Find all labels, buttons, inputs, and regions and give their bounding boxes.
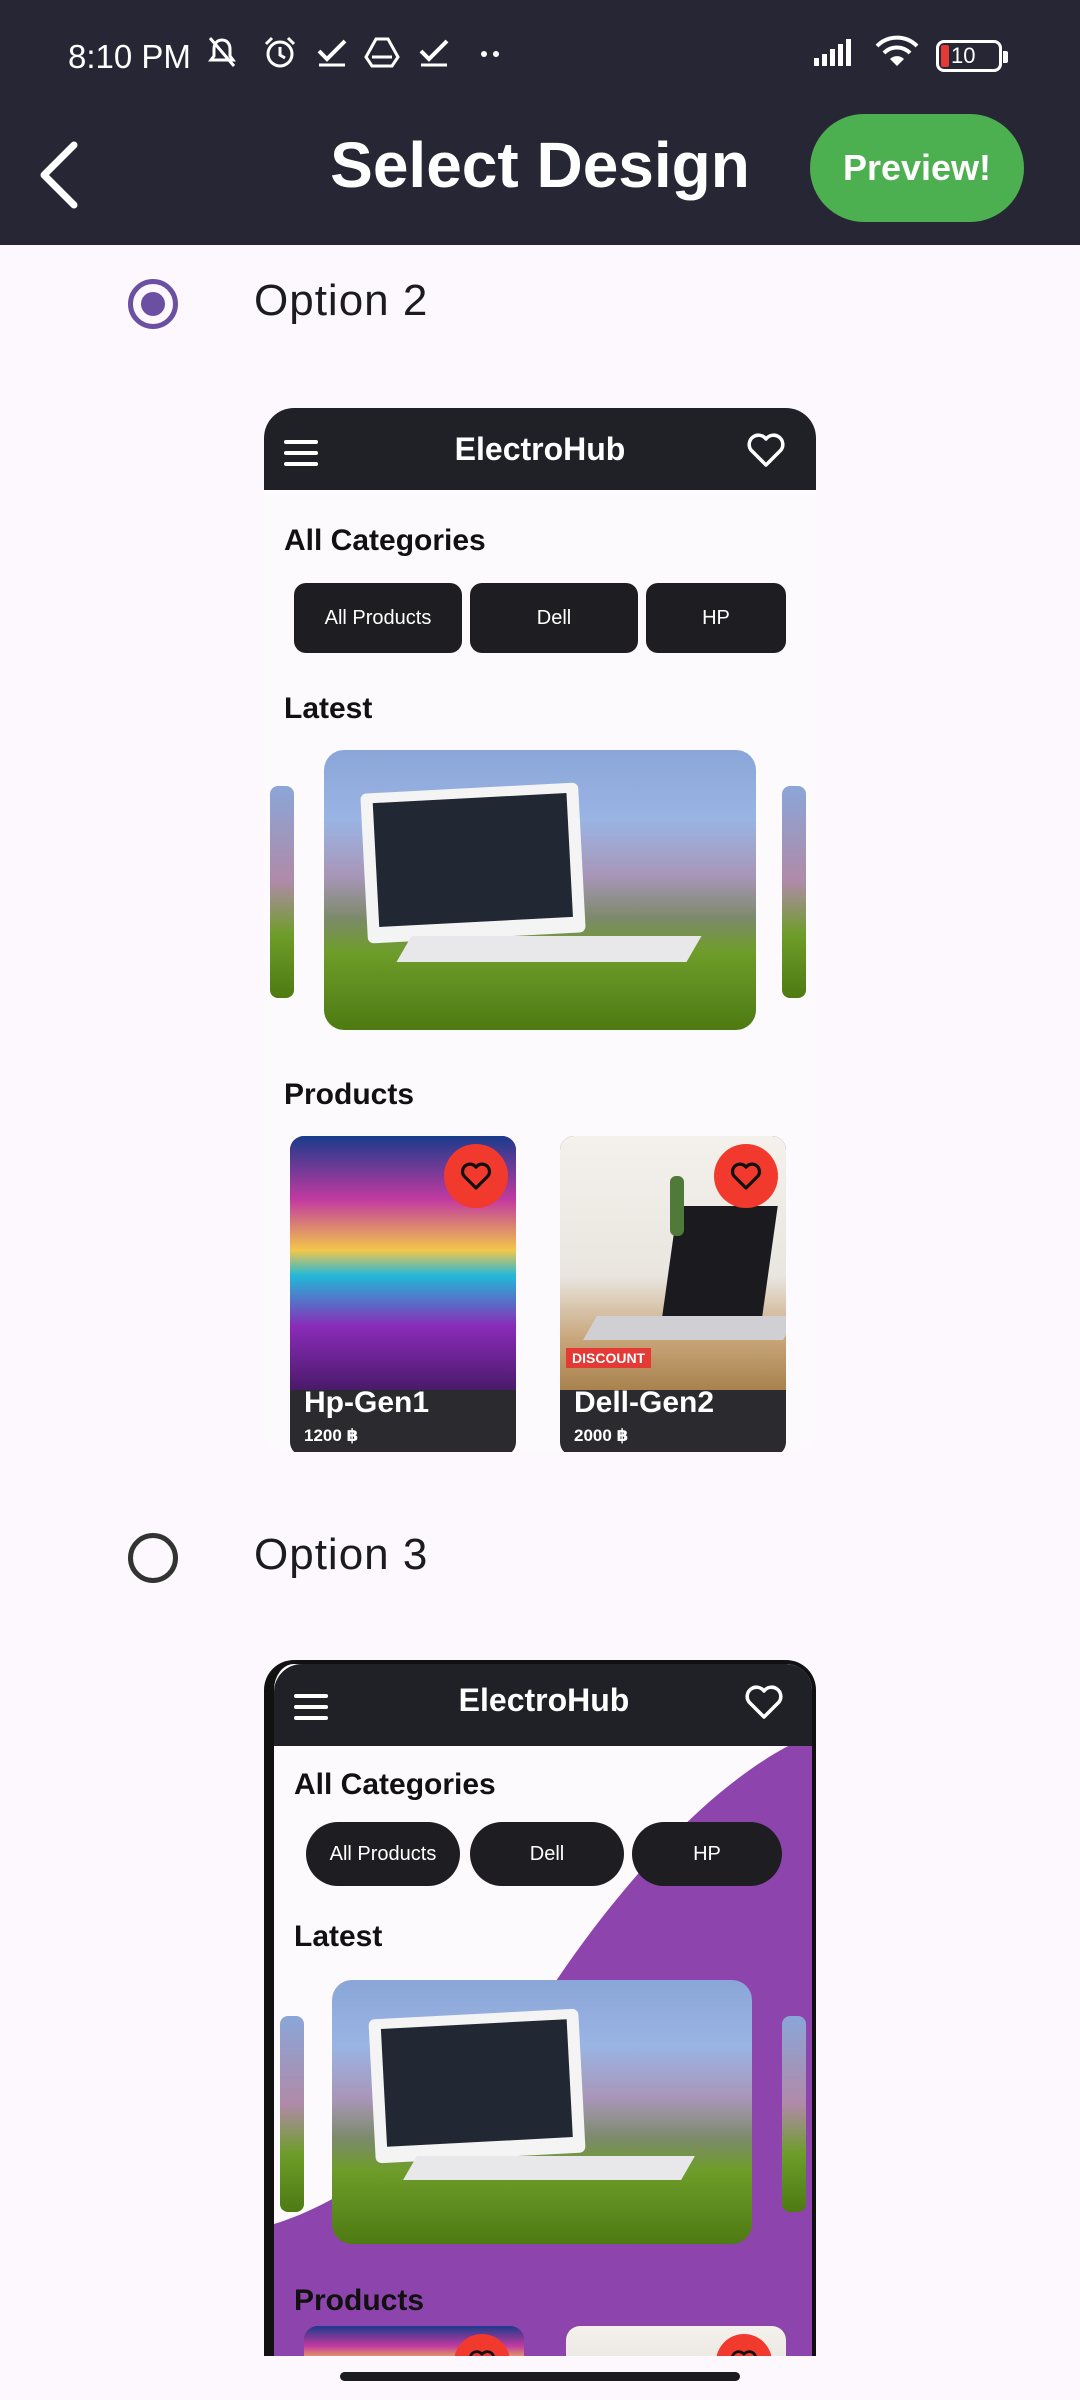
product-card [304,2326,524,2356]
check-icon [416,34,452,70]
carousel-prev-image [280,2016,304,2212]
heart-icon [460,1162,492,1190]
status-bar: 8:10 PM 10 [0,0,1080,100]
products-heading: Products [284,1078,415,1111]
preview-app-title: ElectroHub [458,1682,630,1718]
latest-heading: Latest [284,692,373,725]
favorite-button [714,1144,778,1208]
heart-icon [730,1162,762,1190]
chip-dell: Dell [470,583,638,653]
favorite-button [444,1144,508,1208]
home-indicator[interactable] [340,2372,740,2381]
product-card: DISCOUNT Dell-Gen2 2000 ฿ [560,1136,786,1452]
signal-icon [812,34,858,70]
latest-laptop-image [332,1980,752,2244]
product-card: Hp-Gen1 1200 ฿ [290,1136,516,1452]
product-price: 2000 ฿ [574,1426,629,1445]
preview-app-title: ElectroHub [454,431,626,467]
product-name: Hp-Gen1 [304,1386,430,1419]
option-3-label[interactable]: Option 3 [254,1530,428,1580]
latest-heading: Latest [294,1920,383,1953]
products-heading: Products [294,2284,425,2317]
option-2-label[interactable]: Option 2 [254,276,428,326]
alarm-icon [262,34,298,70]
chip-dell: Dell [470,1822,624,1886]
battery-icon: 10 [936,40,1008,72]
carousel-prev-image [270,786,294,998]
app-bar: Select Design Preview! [0,100,1080,245]
preview-app-bar: ElectroHub [274,1664,812,1746]
battery-level: 10 [951,43,976,68]
chip-all-products: All Products [306,1822,460,1886]
status-time: 8:10 PM [68,38,191,75]
heart-icon [731,2350,757,2356]
latest-laptop-image [324,750,756,1030]
carousel-next-image [782,2016,806,2212]
categories-heading: All Categories [294,1768,496,1801]
heart-icon [745,1685,783,1719]
chip-hp: HP [632,1822,782,1886]
heart-icon [747,433,785,467]
chip-hp: HP [646,583,786,653]
drive-icon [364,34,400,70]
product-price: 1200 ฿ [304,1426,359,1445]
mute-icon [204,34,240,70]
option-3-preview[interactable]: ElectroHub All Categories All Products D… [264,1660,816,2356]
heart-icon [469,2350,495,2356]
more-dots-icon [472,34,508,70]
product-name: Dell-Gen2 [574,1386,715,1419]
carousel-next-image [782,786,806,998]
option-2-radio[interactable] [128,279,178,329]
option-2-preview[interactable]: ElectroHub All Categories All Products D… [264,408,816,1452]
categories-heading: All Categories [284,524,486,557]
preview-button[interactable]: Preview! [810,114,1024,222]
check-icon [314,34,350,70]
chip-all-products: All Products [294,583,462,653]
discount-badge: DISCOUNT [566,1348,652,1368]
option-3-radio[interactable] [128,1533,178,1583]
wifi-icon [874,34,920,70]
product-card [566,2326,786,2356]
preview-app-bar: ElectroHub [264,408,816,490]
